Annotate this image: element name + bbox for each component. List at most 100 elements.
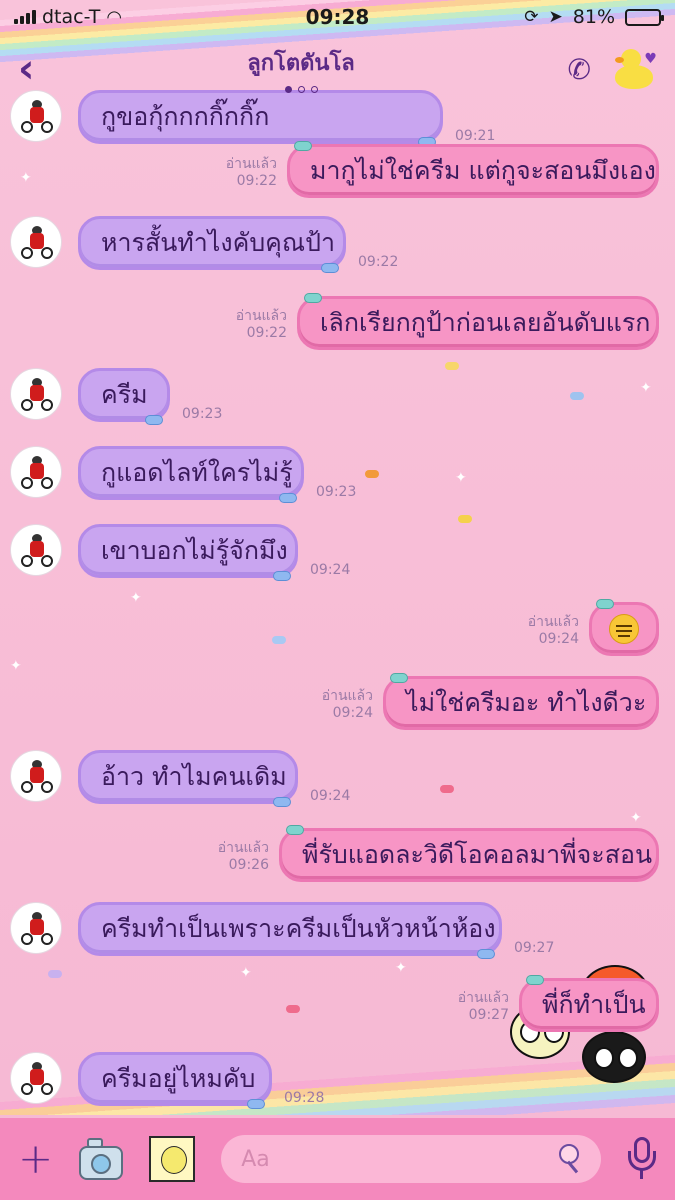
message-text: พี่ก็ทำเป็น [542, 990, 646, 1019]
message-row: ครีม 09:23 [0, 368, 675, 428]
message-row: ครีมทำเป็นเพราะครีมเป็นหัวหน้าห้อง 09:27 [0, 902, 675, 962]
carrier-label: dtac-T [42, 6, 101, 28]
message-time: 09:22 [236, 173, 277, 189]
candy-icon [247, 1099, 265, 1109]
candy-icon [304, 293, 322, 303]
message-text: เลิกเรียกกูป้าก่อนเลยอันดับแรก [320, 308, 651, 337]
message-bubble-outgoing[interactable]: มากูไม่ใช่ครีม แต่กูจะสอนมึงเอง [287, 141, 659, 198]
camera-icon[interactable] [79, 1138, 124, 1180]
battery-icon [625, 8, 664, 26]
message-time: 09:22 [358, 254, 399, 270]
message-bubble-outgoing[interactable]: พี่ก็ทำเป็น [519, 975, 659, 1032]
clock: 09:28 [305, 5, 370, 29]
message-row: อ้าว ทำไมคนเดิม 09:24 [0, 750, 675, 810]
message-time: 09:27 [468, 1007, 509, 1023]
message-time: 09:24 [310, 562, 351, 578]
message-bubble-incoming[interactable]: กูแอดไลท์ใครไม่รู้ [78, 446, 304, 503]
plus-icon[interactable]: + [18, 1138, 53, 1180]
signal-icon [14, 10, 36, 24]
message-text: เขาบอกไม่รู้จักมึง [101, 536, 288, 565]
avatar[interactable] [10, 216, 62, 268]
message-time: 09:24 [538, 631, 579, 647]
candy-icon [294, 141, 312, 151]
battery-percent: 81% [572, 6, 615, 28]
phone-icon[interactable]: ✆ [568, 53, 591, 86]
message-row: กูแอดไลท์ใครไม่รู้ 09:23 [0, 446, 675, 506]
message-row: ครีมอยู่ไหมคับ 09:28 [0, 1052, 675, 1112]
message-bubble-outgoing[interactable]: เลิกเรียกกูป้าก่อนเลยอันดับแรก [297, 293, 659, 350]
message-row: พี่รับแอดละวิดีโอคอลมาพี่จะสอน อ่านแล้ว 09… [0, 825, 675, 888]
message-bubble-incoming[interactable]: หารสั้นทำไงคับคุณป้า [78, 216, 346, 273]
message-bubble-outgoing[interactable]: พี่รับแอดละวิดีโอคอลมาพี่จะสอน [279, 825, 659, 882]
message-row: มากูไม่ใช่ครีม แต่กูจะสอนมึงเอง อ่านแล้ว 0… [0, 141, 675, 204]
chevron-left-icon[interactable]: ‹ [18, 46, 34, 92]
read-receipt: อ่านแล้ว [457, 990, 509, 1006]
message-input-placeholder: Aa [241, 1146, 270, 1172]
avatar[interactable] [10, 902, 62, 954]
message-row: เลิกเรียกกูป้าก่อนเลยอันดับแรก อ่านแล้ว 09… [0, 293, 675, 356]
message-time: 09:23 [182, 406, 223, 422]
message-meta: อ่านแล้ว 09:22 [226, 156, 277, 190]
message-text: ครีม [101, 380, 148, 409]
message-text: ครีมอยู่ไหมคับ [101, 1064, 256, 1093]
avatar[interactable] [10, 524, 62, 576]
message-row: พี่ก็ทำเป็น อ่านแล้ว 09:27 [0, 975, 675, 1038]
message-time: 09:27 [514, 940, 555, 956]
sticker-icon[interactable] [149, 1136, 196, 1182]
input-bar: + Aa [0, 1118, 675, 1200]
candy-icon [279, 493, 297, 503]
avatar[interactable] [10, 368, 62, 420]
message-meta: อ่านแล้ว 09:27 [458, 990, 509, 1024]
candy-icon [526, 975, 544, 985]
page-indicator [247, 86, 355, 93]
message-row: หารสั้นทำไงคับคุณป้า 09:22 [0, 216, 675, 276]
message-time: 09:24 [310, 788, 351, 804]
message-bubble-incoming[interactable]: เขาบอกไม่รู้จักมึง [78, 524, 298, 581]
page-dot [310, 86, 318, 93]
message-time: 09:24 [332, 705, 373, 721]
read-receipt: อ่านแล้ว [321, 688, 373, 704]
message-bubble-incoming[interactable]: ครีม [78, 368, 170, 425]
candy-icon [390, 673, 408, 683]
message-meta: อ่านแล้ว 09:26 [218, 840, 269, 874]
wifi-icon: ◠ [106, 6, 123, 28]
chat-title-area[interactable]: ลูกโตดันโล [247, 45, 355, 93]
candy-icon [286, 825, 304, 835]
message-bubble-incoming[interactable]: อ้าว ทำไมคนเดิม [78, 750, 298, 807]
candy-icon [596, 599, 614, 609]
message-time: 09:26 [228, 857, 269, 873]
message-list[interactable]: กูขอกุ้กกกกิ๊กกิ๊ก 09:21 มากูไม่ใช่ครีม แต… [0, 0, 675, 1118]
message-text: กูแอดไลท์ใครไม่รู้ [101, 458, 293, 487]
read-receipt: อ่านแล้ว [527, 614, 579, 630]
message-input[interactable]: Aa [221, 1135, 601, 1183]
message-time: 09:28 [284, 1090, 325, 1106]
message-text: มากูไม่ใช่ครีม แต่กูจะสอนมึงเอง [310, 156, 656, 185]
message-meta: อ่านแล้ว 09:24 [322, 688, 373, 722]
page-dot [284, 86, 292, 93]
status-bar: dtac-T ◠ 09:28 ⟳ ➤ 81% [0, 0, 675, 34]
avatar[interactable] [10, 750, 62, 802]
message-row: อ่านแล้ว 09:24 [0, 599, 675, 662]
chat-title: ลูกโตดันโล [247, 51, 355, 76]
message-time: 09:21 [455, 128, 496, 144]
message-meta: อ่านแล้ว 09:24 [528, 614, 579, 648]
message-meta: อ่านแล้ว 09:22 [236, 308, 287, 342]
read-receipt: อ่านแล้ว [235, 308, 287, 324]
message-bubble-outgoing[interactable] [589, 599, 659, 656]
emoji-lollipop-icon[interactable] [555, 1144, 585, 1174]
read-receipt: อ่านแล้ว [225, 156, 277, 172]
message-bubble-incoming[interactable]: ครีมทำเป็นเพราะครีมเป็นหัวหน้าห้อง [78, 902, 502, 959]
page-dot [297, 86, 305, 93]
duck-icon[interactable]: ♥ [613, 49, 657, 89]
microphone-icon[interactable] [627, 1137, 657, 1181]
message-bubble-incoming[interactable]: ครีมอยู่ไหมคับ [78, 1052, 272, 1109]
message-row: ไม่ใช่ครีมอะ ทำไงดีวะ อ่านแล้ว 09:24 [0, 673, 675, 736]
avatar[interactable] [10, 1052, 62, 1104]
avatar[interactable] [10, 446, 62, 498]
message-bubble-outgoing[interactable]: ไม่ใช่ครีมอะ ทำไงดีวะ [383, 673, 659, 730]
candy-icon [273, 571, 291, 581]
message-time: 09:22 [246, 325, 287, 341]
message-text: ไม่ใช่ครีมอะ ทำไงดีวะ [406, 688, 647, 717]
read-receipt: อ่านแล้ว [217, 840, 269, 856]
expressionless-face-emoji [609, 614, 639, 644]
